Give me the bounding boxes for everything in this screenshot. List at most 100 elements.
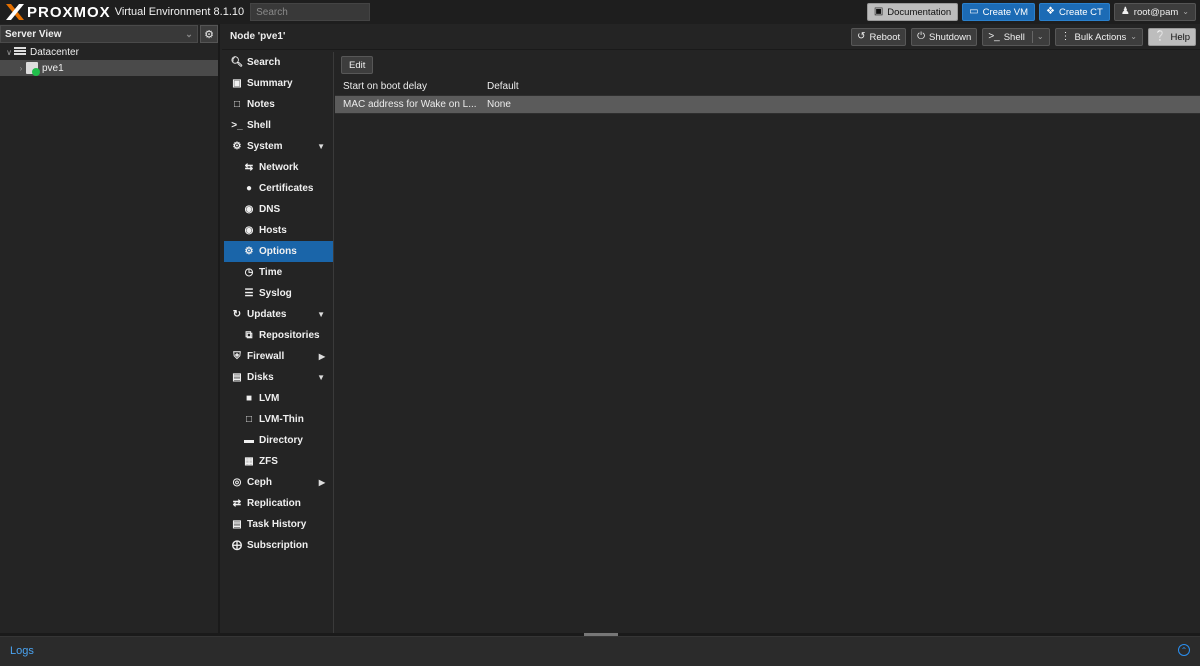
chevron-down-icon[interactable]: ⌄ bbox=[1037, 33, 1044, 41]
option-value: Default bbox=[487, 81, 519, 92]
menu-item-label: Repositories bbox=[259, 330, 320, 341]
global-search-input[interactable] bbox=[250, 3, 371, 21]
menu-item-label: Notes bbox=[247, 99, 275, 110]
top-bar: PROXMOX Virtual Environment 8.1.10 ▣ Doc… bbox=[0, 0, 1200, 24]
tree-item-datacenter[interactable]: ∨ Datacenter bbox=[0, 44, 218, 60]
help-button[interactable]: ❔ Help bbox=[1148, 28, 1196, 46]
menu-item-task-history[interactable]: ▤ Task History bbox=[224, 514, 333, 535]
menu-item-disks[interactable]: ▤ Disks ▼ bbox=[224, 367, 333, 388]
tree-item-label: pve1 bbox=[42, 62, 64, 74]
refresh-icon: ↻ bbox=[232, 309, 242, 320]
menu-item-options[interactable]: ⚙ Options bbox=[224, 241, 333, 262]
tree-item-label: Datacenter bbox=[30, 46, 79, 58]
menu-item-lvm[interactable]: ■ LVM bbox=[224, 388, 333, 409]
retweet-icon: ⇄ bbox=[232, 498, 242, 509]
menu-item-firewall[interactable]: ⛨ Firewall ▶ bbox=[224, 346, 333, 367]
files-icon: ⧉ bbox=[245, 330, 253, 341]
hdd-icon: ▤ bbox=[232, 372, 242, 383]
ceph-icon: ◎ bbox=[232, 477, 242, 488]
menu-item-label: Directory bbox=[259, 435, 303, 446]
edit-button[interactable]: Edit bbox=[341, 56, 374, 74]
menu-item-label: Updates bbox=[247, 309, 287, 320]
view-selected-value: Server View bbox=[5, 28, 62, 40]
menu-item-shell[interactable]: >_ Shell bbox=[224, 115, 333, 136]
clock-icon: ◷ bbox=[244, 267, 254, 278]
options-panel: Edit Start on boot delay Default MAC add… bbox=[335, 52, 1200, 633]
menu-item-certificates[interactable]: ● Certificates bbox=[224, 178, 333, 199]
tree-item-pve1[interactable]: › pve1 bbox=[0, 60, 218, 76]
menu-item-zfs[interactable]: ▦ ZFS bbox=[224, 451, 333, 472]
exchange-icon: ⇆ bbox=[244, 162, 254, 173]
menu-item-lvm-thin[interactable]: □ LVM-Thin bbox=[224, 409, 333, 430]
shell-label: Shell bbox=[1003, 31, 1025, 43]
menu-item-hosts[interactable]: ◉ Hosts bbox=[224, 220, 333, 241]
collapse-arrow-icon[interactable]: ∨ bbox=[4, 48, 14, 57]
create-vm-button[interactable]: ▭ Create VM bbox=[962, 3, 1036, 21]
chevron-down-icon: ⌄ bbox=[1130, 32, 1137, 41]
menu-item-ceph[interactable]: ◎ Ceph ▶ bbox=[224, 472, 333, 493]
menu-item-label: Subscription bbox=[247, 540, 309, 551]
shutdown-button[interactable]: ⏻ Shutdown bbox=[911, 28, 978, 46]
terminal-icon: >_ bbox=[231, 120, 243, 131]
menu-item-label: LVM-Thin bbox=[259, 414, 304, 425]
resource-tree: Server View ⌄ ⚙ ∨ Datacenter › pve1 bbox=[0, 24, 220, 633]
bulk-actions-button[interactable]: ⋮ Bulk Actions ⌄ bbox=[1054, 28, 1143, 46]
square-outline-icon: □ bbox=[245, 414, 253, 425]
menu-item-syslog[interactable]: ☰ Syslog bbox=[224, 283, 333, 304]
menu-item-label: Time bbox=[259, 267, 283, 278]
shell-button[interactable]: >_ Shell ⌄ bbox=[982, 28, 1050, 46]
menu-item-dns[interactable]: ◉ DNS bbox=[224, 199, 333, 220]
menu-item-summary[interactable]: ▣ Summary bbox=[224, 73, 333, 94]
menu-item-system[interactable]: ⚙ System ▼ bbox=[224, 136, 333, 157]
bulk-actions-label: Bulk Actions bbox=[1074, 31, 1127, 43]
option-key: Start on boot delay bbox=[343, 81, 427, 92]
menu-item-label: Disks bbox=[247, 372, 274, 383]
globe-icon: ◉ bbox=[244, 225, 254, 236]
ellipsis-vertical-icon: ⋮ bbox=[1060, 31, 1071, 42]
menu-item-notes[interactable]: □ Notes bbox=[224, 94, 333, 115]
menu-item-directory[interactable]: ▬ Directory bbox=[224, 430, 333, 451]
chevron-down-icon[interactable]: ⌄ bbox=[181, 29, 197, 40]
square-icon: ■ bbox=[245, 393, 253, 404]
menu-item-label: Firewall bbox=[247, 351, 285, 362]
gear-icon: ⚙ bbox=[244, 246, 254, 257]
book-icon: ▣ bbox=[232, 78, 242, 89]
chevron-up-circle-icon[interactable]: ⌃ bbox=[1178, 644, 1190, 656]
menu-item-subscription[interactable]: ⨁ Subscription bbox=[224, 535, 333, 556]
book-icon: ▣ bbox=[873, 6, 884, 17]
menu-item-time[interactable]: ◷ Time bbox=[224, 262, 333, 283]
content-header: Node 'pve1' ↺ Reboot ⏻ Shutdown >_ Shell… bbox=[222, 24, 1200, 50]
menu-item-label: Options bbox=[259, 246, 297, 257]
view-settings-button[interactable]: ⚙ bbox=[200, 25, 218, 43]
reboot-label: Reboot bbox=[869, 31, 901, 43]
shield-icon: ⛨ bbox=[233, 351, 241, 362]
user-menu-button[interactable]: ♟ root@pam ⌄ bbox=[1113, 3, 1196, 21]
terminal-icon: >_ bbox=[988, 31, 1000, 42]
menu-item-repositories[interactable]: ⧉ Repositories bbox=[224, 325, 333, 346]
caret-right-icon: ▶ bbox=[318, 352, 325, 361]
create-ct-button[interactable]: ❖ Create CT bbox=[1039, 3, 1110, 21]
menu-item-updates[interactable]: ↻ Updates ▼ bbox=[224, 304, 333, 325]
cube-icon: ❖ bbox=[1046, 6, 1055, 17]
reboot-button[interactable]: ↺ Reboot bbox=[851, 28, 907, 46]
options-row[interactable]: Start on boot delay Default bbox=[335, 78, 1200, 96]
menu-item-label: Task History bbox=[247, 519, 307, 530]
menu-item-network[interactable]: ⇆ Network bbox=[224, 157, 333, 178]
shutdown-label: Shutdown bbox=[929, 31, 972, 43]
node-menu: 🔍︎ Search ▣ Summary □ Notes >_ Shell ⚙ System… bbox=[224, 52, 334, 633]
product-version: Virtual Environment 8.1.10 bbox=[114, 6, 245, 18]
menu-item-label: Certificates bbox=[259, 183, 314, 194]
menu-item-replication[interactable]: ⇄ Replication bbox=[224, 493, 333, 514]
undo-icon: ↺ bbox=[857, 31, 866, 42]
server-view-combobox[interactable]: Server View ⌄ bbox=[0, 25, 198, 43]
documentation-button[interactable]: ▣ Documentation bbox=[866, 3, 959, 21]
logs-title[interactable]: Logs bbox=[10, 645, 34, 657]
caret-right-icon: ▶ bbox=[318, 478, 325, 487]
menu-item-search[interactable]: 🔍︎ Search bbox=[224, 52, 333, 73]
menu-item-label: LVM bbox=[259, 393, 280, 404]
expand-arrow-icon[interactable]: › bbox=[16, 64, 26, 73]
user-icon: ♟ bbox=[1120, 6, 1130, 17]
options-row[interactable]: MAC address for Wake on L... None bbox=[335, 96, 1200, 114]
help-label: Help bbox=[1170, 31, 1190, 43]
proxmox-logo[interactable]: PROXMOX bbox=[6, 0, 111, 24]
